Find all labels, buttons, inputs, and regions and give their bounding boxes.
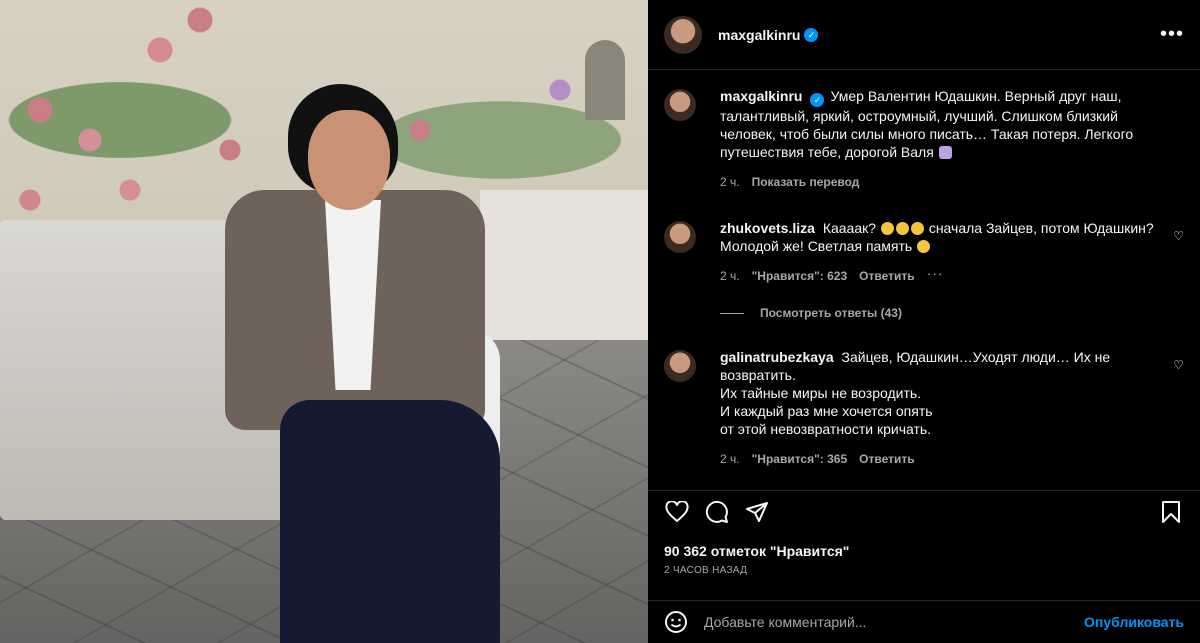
sad-emoji-icon <box>917 240 931 253</box>
view-replies-button[interactable]: Посмотреть ответы (43) <box>720 306 902 320</box>
comment-text-line: Их тайные миры не возродить. <box>720 385 922 401</box>
post-header: maxgalkinru ✓ ••• <box>648 0 1200 70</box>
caption-meta: 2 ч. Показать перевод <box>720 173 1160 191</box>
comment-likes[interactable]: "Нравится": 365 <box>752 450 848 468</box>
heart-icon[interactable] <box>664 499 690 525</box>
post-actions: 90 362 отметок "Нравится" 2 ЧАСОВ НАЗАД <box>648 490 1200 602</box>
commenter-avatar[interactable] <box>664 221 696 253</box>
caption-username[interactable]: maxgalkinru <box>720 88 802 104</box>
verified-icon: ✓ <box>804 27 819 42</box>
crying-emoji-icon <box>895 222 909 235</box>
comment-like-heart-icon[interactable]: ♡ <box>1173 229 1184 243</box>
author-username[interactable]: maxgalkinru <box>718 27 800 43</box>
commenter-username[interactable]: zhukovets.liza <box>720 220 815 236</box>
reply-button[interactable]: Ответить <box>859 267 914 285</box>
comments-list: maxgalkinru ✓ Умер Валентин Юдашкин. Верны… <box>648 71 1200 489</box>
reply-button[interactable]: Ответить <box>859 450 914 468</box>
comment-meta: 2 ч. "Нравится": 623 Ответить ··· <box>720 266 1160 285</box>
post-timestamp[interactable]: 2 ЧАСОВ НАЗАД <box>664 565 747 576</box>
crying-emoji-icon <box>880 222 894 235</box>
comment-more-icon[interactable]: ··· <box>927 266 944 285</box>
publish-button[interactable]: Опубликовать <box>1084 614 1184 630</box>
bookmark-icon[interactable] <box>1158 499 1184 525</box>
caption: maxgalkinru ✓ Умер Валентин Юдашкин. Верны… <box>664 87 1184 191</box>
author-avatar[interactable] <box>664 15 702 54</box>
verified-icon: ✓ <box>810 93 825 107</box>
comment-input[interactable] <box>704 614 1085 630</box>
post-photo[interactable] <box>0 0 648 643</box>
photo-person-face <box>308 110 390 210</box>
comment-text-line: И каждый раз мне хочется опять <box>720 403 933 419</box>
replies-divider <box>720 312 744 314</box>
comment-time[interactable]: 2 ч. <box>720 450 740 468</box>
comment-text-start: Кааaак? <box>822 220 877 236</box>
caption-avatar[interactable] <box>664 89 696 121</box>
comment-text-line: от этой невозвратности кричать. <box>720 421 932 437</box>
comment-item: zhukovets.liza Кааaак? сначала Зайцев, п… <box>664 219 1184 285</box>
comment-likes[interactable]: "Нравится": 623 <box>752 267 848 285</box>
more-icon[interactable]: ••• <box>1160 24 1184 44</box>
praying-emoji-icon <box>938 146 952 159</box>
comment-like-heart-icon[interactable]: ♡ <box>1173 358 1184 372</box>
comment-item: galinatrubezkaya Зайцев, Юдашкин…Уходят … <box>664 348 1184 468</box>
caption-time[interactable]: 2 ч. <box>720 173 740 191</box>
post-panel: maxgalkinru ✓ ••• maxgalkinru ✓ Умер Вален… <box>648 0 1200 643</box>
photo-wall <box>480 190 648 350</box>
add-comment-bar: Опубликовать <box>648 600 1200 643</box>
view-replies-label: Посмотреть ответы (43) <box>760 306 902 320</box>
commenter-username[interactable]: galinatrubezkaya <box>720 349 834 365</box>
crying-emoji-icon <box>910 222 924 235</box>
translate-link[interactable]: Показать перевод <box>752 173 860 191</box>
commenter-avatar[interactable] <box>664 350 696 382</box>
photo-person-legs <box>280 400 500 643</box>
likes-count[interactable]: 90 362 отметок "Нравится" <box>664 543 849 559</box>
photo-arch <box>585 40 625 120</box>
comment-meta: 2 ч. "Нравится": 365 Ответить <box>720 450 1160 468</box>
comment-icon[interactable] <box>704 499 730 525</box>
emoji-icon[interactable] <box>664 610 688 634</box>
share-icon[interactable] <box>744 499 770 525</box>
comment-time[interactable]: 2 ч. <box>720 267 740 285</box>
